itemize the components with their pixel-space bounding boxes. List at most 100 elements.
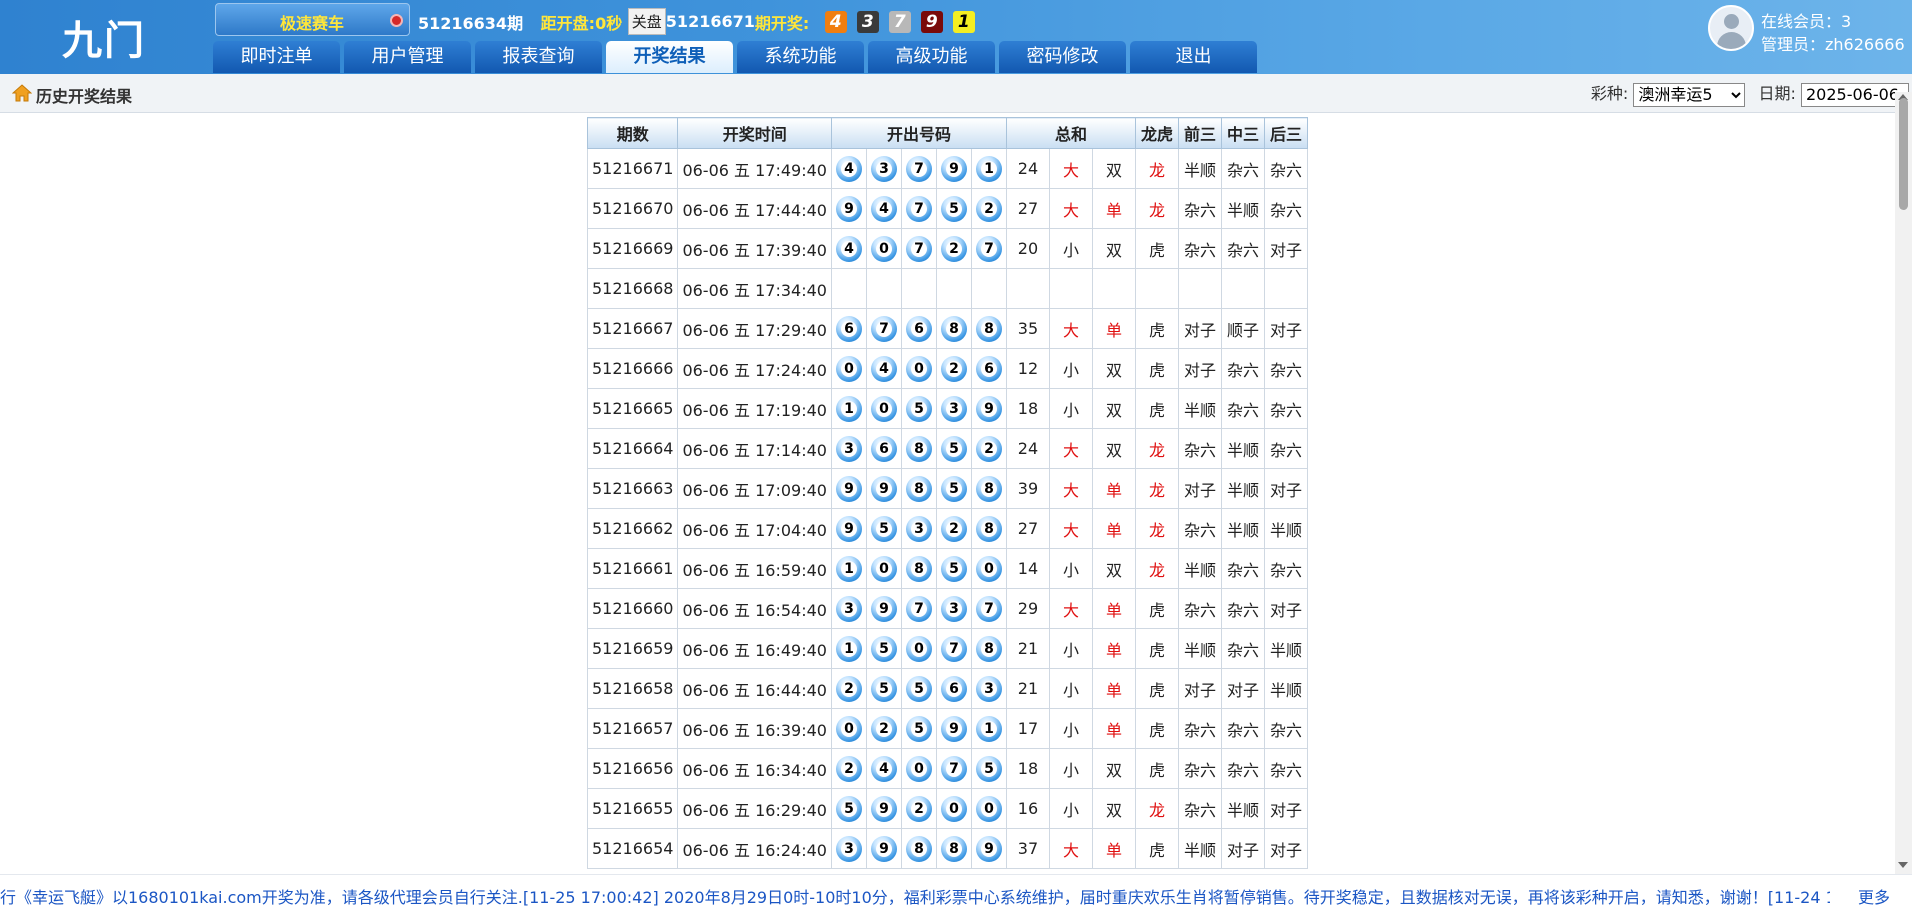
table-row: 51216662 06-06 五 17:04:40 9 5 3 2 8 27 大单龙杂六 半顺 半顺	[586, 508, 1308, 549]
tab-logout[interactable]: 退出	[1130, 41, 1257, 73]
dragon-tiger-cell: 龙	[1134, 468, 1179, 509]
lottery-select[interactable]: 澳洲幸运5	[1633, 82, 1746, 107]
top-header: 九门 极速赛车 51216634期 距开盘:0秒 关盘 51216671期开奖: …	[0, 0, 1912, 74]
number-ball-value: 3	[840, 440, 857, 457]
number-cell: 7	[900, 588, 937, 629]
more-link[interactable]: 更多	[1858, 884, 1890, 908]
number-ball-value: 5	[945, 560, 962, 577]
tab-change-password[interactable]: 密码修改	[999, 41, 1126, 73]
number-cell: 5	[935, 468, 972, 509]
table-row: 51216658 06-06 五 16:44:40 2 5 5 6 3 21 小单虎对子 对子 半顺	[586, 668, 1308, 709]
sum-cell: 14	[1005, 548, 1050, 589]
number-ball-value: 2	[980, 200, 997, 217]
number-ball-value: 4	[875, 360, 892, 377]
results-table-wrap: 期数 开奖时间 开出号码 总和 龙虎 前三 中三 后三 51216671 06-0…	[586, 117, 1308, 869]
number-cell: 3	[970, 668, 1007, 709]
dragon-tiger-cell: 虎	[1134, 628, 1179, 669]
parity-cell: 双	[1091, 388, 1136, 429]
middle-three-cell	[1220, 268, 1265, 309]
announcement-ticker: 行《幸运飞艇》以1680101kai.com开奖为准，请各级代理会员自行关注.[…	[0, 874, 1912, 917]
middle-three-cell: 半顺	[1220, 428, 1265, 469]
number-cell: 5	[970, 748, 1007, 789]
scroll-thumb[interactable]	[1899, 98, 1908, 210]
middle-three-cell: 杂六	[1220, 388, 1265, 429]
number-ball-icon: 3	[940, 595, 967, 622]
number-cell: 8	[970, 308, 1007, 349]
number-ball-icon: 2	[940, 515, 967, 542]
number-cell: 9	[970, 388, 1007, 429]
front-three-cell: 杂六	[1177, 788, 1222, 829]
number-cell: 3	[935, 588, 972, 629]
number-ball-value: 7	[910, 160, 927, 177]
number-cell: 3	[830, 428, 867, 469]
sum-cell: 16	[1005, 788, 1050, 829]
number-ball-value: 5	[840, 800, 857, 817]
number-ball-value: 7	[875, 320, 892, 337]
scroll-down-arrow-icon[interactable]	[1898, 862, 1908, 868]
lottery-label: 彩种:	[1590, 84, 1629, 103]
front-three-cell: 杂六	[1177, 708, 1222, 749]
number-cell: 4	[830, 148, 867, 189]
middle-three-cell: 杂六	[1220, 148, 1265, 189]
number-cell: 7	[970, 228, 1007, 269]
number-ball-icon: 7	[905, 595, 932, 622]
number-ball-value: 0	[840, 360, 857, 377]
number-cell: 8	[970, 468, 1007, 509]
number-cell: 0	[865, 228, 902, 269]
number-ball-icon: 3	[975, 675, 1002, 702]
date-input[interactable]	[1801, 82, 1909, 107]
number-ball-icon: 6	[940, 675, 967, 702]
number-ball-icon: 8	[905, 835, 932, 862]
middle-three-cell: 杂六	[1220, 748, 1265, 789]
number-ball-value: 9	[875, 480, 892, 497]
number-ball-icon: 4	[870, 195, 897, 222]
number-ball-value: 0	[910, 360, 927, 377]
last-issue: 51216671	[665, 12, 755, 31]
middle-three-cell: 杂六	[1220, 228, 1265, 269]
number-ball-icon: 4	[835, 235, 862, 262]
number-ball-value: 0	[875, 400, 892, 417]
sum-cell: 21	[1005, 668, 1050, 709]
time-cell: 06-06 五 16:24:40	[677, 828, 832, 869]
number-ball-value: 6	[840, 320, 857, 337]
number-ball-value: 8	[980, 320, 997, 337]
number-ball-icon: 0	[870, 395, 897, 422]
tab-system-functions[interactable]: 系统功能	[737, 41, 864, 73]
size-cell: 小	[1048, 748, 1093, 789]
number-ball-icon: 5	[905, 395, 932, 422]
number-ball-icon: 2	[835, 675, 862, 702]
front-three-cell: 杂六	[1177, 508, 1222, 549]
sum-cell: 18	[1005, 388, 1050, 429]
header-time: 开奖时间	[677, 117, 832, 149]
number-ball-icon: 8	[905, 555, 932, 582]
number-ball-value: 0	[980, 560, 997, 577]
tab-advanced-functions[interactable]: 高级功能	[868, 41, 995, 73]
number-ball-value: 9	[875, 600, 892, 617]
number-ball-value: 5	[980, 760, 997, 777]
number-cell: 1	[970, 708, 1007, 749]
game-selector[interactable]: 极速赛车	[215, 3, 410, 36]
number-ball-icon: 0	[905, 755, 932, 782]
number-ball-value: 5	[910, 400, 927, 417]
time-cell: 06-06 五 16:34:40	[677, 748, 832, 789]
number-cell: 9	[830, 468, 867, 509]
size-cell: 大	[1048, 588, 1093, 629]
number-ball-value: 3	[840, 840, 857, 857]
tab-instant-orders[interactable]: 即时注单	[213, 41, 340, 73]
number-ball-icon: 0	[975, 795, 1002, 822]
number-ball-value: 7	[910, 600, 927, 617]
middle-three-cell: 杂六	[1220, 348, 1265, 389]
back-three-cell: 半顺	[1263, 508, 1308, 549]
tab-draw-results[interactable]: 开奖结果	[606, 41, 733, 73]
number-cell: 4	[865, 748, 902, 789]
number-ball-icon: 0	[835, 355, 862, 382]
scrollbar[interactable]	[1895, 92, 1912, 874]
tab-report-query[interactable]: 报表查询	[475, 41, 602, 73]
tab-user-management[interactable]: 用户管理	[344, 41, 471, 73]
sub-header: 历史开奖结果 彩种: 澳洲幸运5 日期:	[0, 74, 1912, 113]
table-row: 51216667 06-06 五 17:29:40 6 7 6 8 8 35 大单虎对子 顺子 对子	[586, 308, 1308, 349]
front-three-cell: 半顺	[1177, 828, 1222, 869]
number-cell: 6	[830, 308, 867, 349]
time-cell: 06-06 五 17:44:40	[677, 188, 832, 229]
front-three-cell: 半顺	[1177, 548, 1222, 589]
